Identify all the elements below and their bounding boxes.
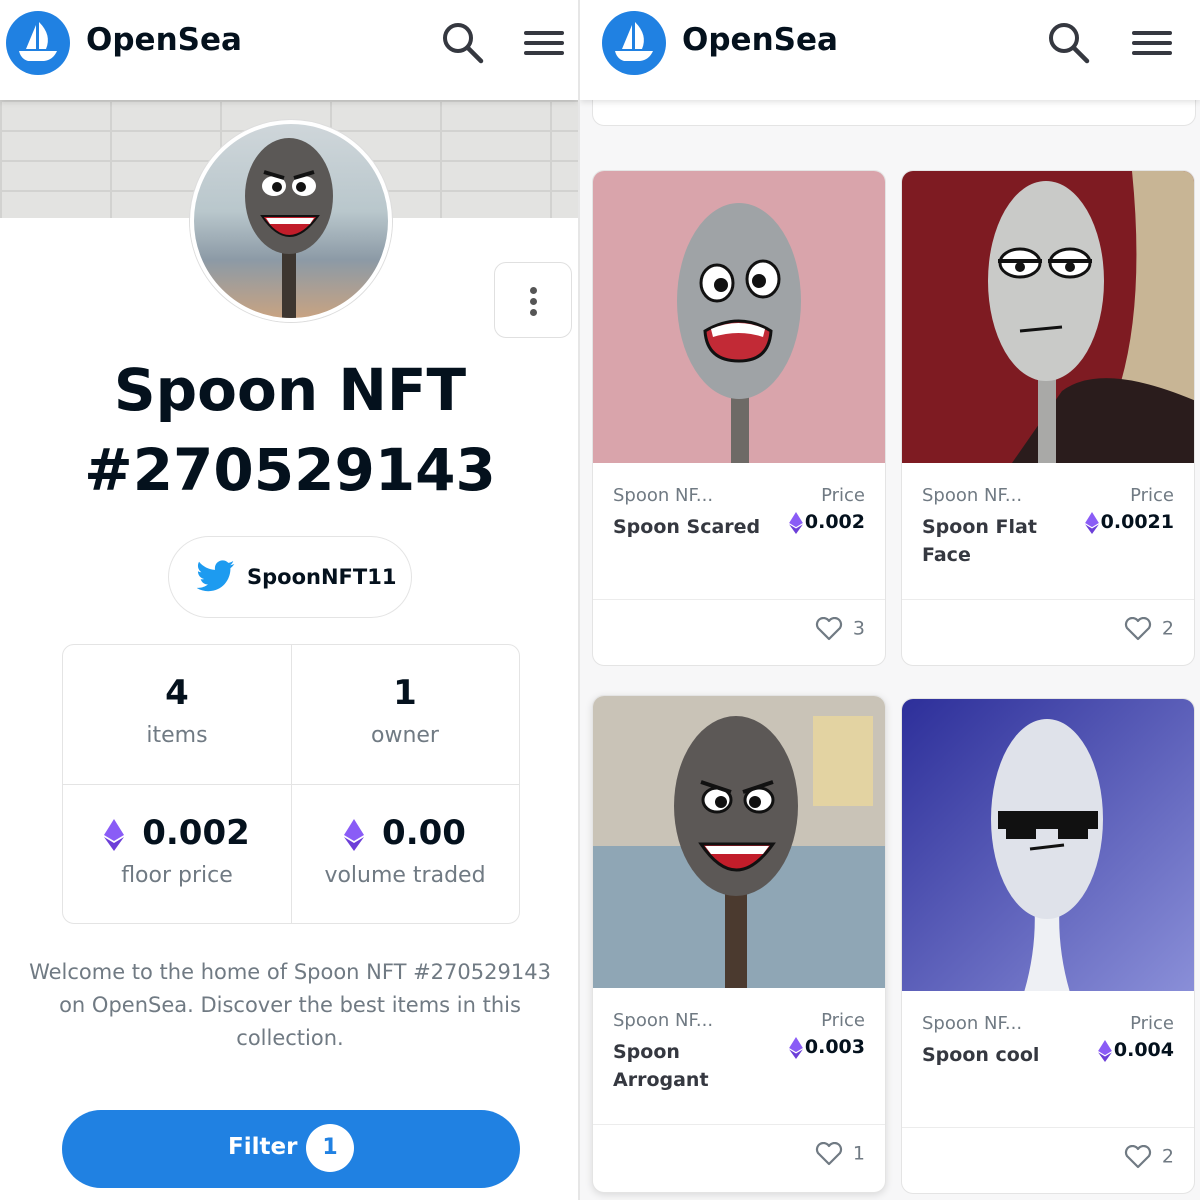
heart-icon xyxy=(815,1141,843,1166)
item-price: 0.003 xyxy=(789,1036,865,1059)
stat-volume-traded[interactable]: 0.00 volume traded xyxy=(291,785,519,925)
nft-image[interactable] xyxy=(593,696,885,988)
item-collection-name: Spoon NF... xyxy=(613,485,714,506)
item-name: Spoon Flat Face xyxy=(922,516,1037,566)
item-name: Spoon Arrogant xyxy=(613,1041,709,1091)
nft-image[interactable] xyxy=(593,171,885,463)
item-price: 0.0021 xyxy=(1084,511,1174,534)
collection-panel: OpenSea Spoon NFT #270529143 SpoonNFT11 xyxy=(0,0,578,1200)
stat-value: 1 xyxy=(393,673,417,713)
stat-value: 4 xyxy=(165,673,189,713)
top-navigation-bar: OpenSea xyxy=(0,0,578,100)
item-price: 0.004 xyxy=(1098,1039,1174,1062)
collection-avatar xyxy=(190,120,392,322)
collection-stats: 4 items 1 owner 0.002 floor price 0.00 v… xyxy=(62,644,520,924)
stat-label: floor price xyxy=(121,863,233,888)
like-count: 2 xyxy=(1161,1145,1174,1168)
price-label: Price xyxy=(821,485,865,506)
stat-label: items xyxy=(146,723,208,748)
heart-icon xyxy=(815,616,843,641)
twitter-handle: SpoonNFT11 xyxy=(247,565,397,589)
nft-card[interactable]: Spoon NF... Spoon Scared Price 0.002 3 xyxy=(592,170,886,666)
collection-description: Welcome to the home of Spoon NFT #270529… xyxy=(29,960,551,1050)
filter-label: Filter xyxy=(228,1134,298,1160)
ethereum-icon xyxy=(789,511,803,534)
stat-label: volume traded xyxy=(324,863,486,888)
items-panel: OpenSea Spoon NF... Spoon Scared Price 0… xyxy=(580,0,1200,1200)
stat-value: 0.002 xyxy=(142,813,250,853)
price-label: Price xyxy=(1130,1013,1174,1034)
stat-floor-price[interactable]: 0.002 floor price xyxy=(63,785,291,925)
top-navigation-bar: OpenSea xyxy=(580,0,1200,100)
stat-label: owner xyxy=(371,723,439,748)
search-icon[interactable] xyxy=(440,20,486,66)
more-options-button[interactable] xyxy=(494,262,572,338)
nft-card[interactable]: Spoon NF... Spoon cool Price 0.004 2 xyxy=(901,698,1195,1194)
item-name: Spoon cool xyxy=(922,1044,1040,1066)
item-price: 0.002 xyxy=(789,511,865,534)
like-count: 1 xyxy=(852,1142,865,1165)
favorite-button[interactable]: 2 xyxy=(1124,1144,1174,1169)
favorite-button[interactable]: 3 xyxy=(815,616,865,641)
nft-image[interactable] xyxy=(902,171,1194,463)
brand-name[interactable]: OpenSea xyxy=(86,22,242,58)
favorite-button[interactable]: 1 xyxy=(815,1141,865,1166)
item-collection-name: Spoon NF... xyxy=(922,485,1023,506)
opensea-logo-icon[interactable] xyxy=(602,11,666,75)
nft-card[interactable]: Spoon NF... Spoon Arrogant Price 0.003 1 xyxy=(592,695,886,1193)
item-collection-name: Spoon NF... xyxy=(613,1010,714,1031)
menu-icon[interactable] xyxy=(1130,20,1176,66)
item-collection-name: Spoon NF... xyxy=(922,1013,1023,1034)
ethereum-icon xyxy=(1098,1039,1112,1062)
search-icon[interactable] xyxy=(1046,20,1092,66)
filter-button[interactable]: Filter 1 xyxy=(62,1110,520,1188)
brand-name[interactable]: OpenSea xyxy=(682,22,838,58)
menu-icon[interactable] xyxy=(522,20,568,66)
favorite-button[interactable]: 2 xyxy=(1124,616,1174,641)
heart-icon xyxy=(1124,616,1152,641)
heart-icon xyxy=(1124,1144,1152,1169)
price-label: Price xyxy=(1130,485,1174,506)
ethereum-icon xyxy=(789,1036,803,1059)
more-vertical-icon xyxy=(530,287,537,294)
stat-owner[interactable]: 1 owner xyxy=(291,645,519,785)
ethereum-icon xyxy=(104,818,125,851)
item-name: Spoon Scared xyxy=(613,516,761,538)
filter-count-badge: 1 xyxy=(306,1124,354,1172)
like-count: 3 xyxy=(852,617,865,640)
twitter-icon xyxy=(197,560,235,592)
collection-title: Spoon NFT #270529143 xyxy=(84,356,496,504)
ethereum-icon xyxy=(344,818,365,851)
nft-card[interactable]: Spoon NF... Spoon Flat Face Price 0.0021… xyxy=(901,170,1195,666)
price-label: Price xyxy=(821,1010,865,1031)
ethereum-icon xyxy=(1084,511,1099,534)
stat-value: 0.00 xyxy=(382,813,466,853)
twitter-link[interactable]: SpoonNFT11 xyxy=(168,536,412,618)
nft-image[interactable] xyxy=(902,699,1194,991)
like-count: 2 xyxy=(1161,617,1174,640)
stat-items[interactable]: 4 items xyxy=(63,645,291,785)
opensea-logo-icon[interactable] xyxy=(6,11,70,75)
